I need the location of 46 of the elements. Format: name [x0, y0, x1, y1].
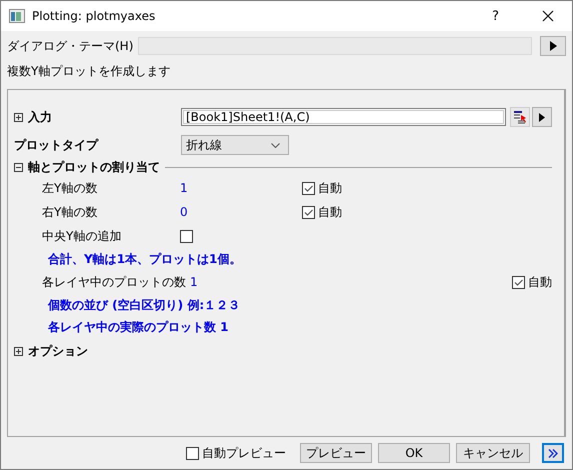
chevron-icon	[271, 142, 280, 148]
auto-label: 自動	[528, 274, 552, 290]
number-value[interactable]: 0	[180, 205, 302, 219]
number-value[interactable]: 1	[190, 275, 512, 289]
dialog-button[interactable]: キャンセル	[456, 443, 530, 463]
auto-preview-label: 自動プレビュー	[202, 444, 286, 462]
field-label: 各レイヤ中のプロットの数	[42, 274, 187, 290]
info-text: 合計、Y軸は1本、プロットは1個。	[48, 250, 242, 268]
field-label: 右Y軸の数	[42, 204, 98, 220]
auto-label: 自動	[318, 180, 342, 196]
info-text: 個数の並び (空白区切り) 例:１２３	[48, 296, 240, 314]
options-label: オプション	[28, 342, 88, 360]
checkbox[interactable]	[302, 182, 315, 194]
number-value[interactable]: 1	[180, 181, 302, 195]
collapse-icon[interactable]	[14, 162, 23, 172]
checkbox[interactable]	[512, 276, 525, 288]
description: 複数Y軸プロットを作成します	[7, 63, 172, 79]
theme-menu-button[interactable]	[540, 36, 566, 56]
window-title: Plotting: plotmyaxes	[32, 9, 156, 23]
plot-type-dropdown[interactable]: 折れ線	[181, 135, 289, 155]
field-label: 中央Y軸の追加	[42, 228, 122, 244]
expand-icon[interactable]	[14, 346, 23, 356]
checkbox[interactable]	[186, 446, 199, 460]
dialog-button[interactable]: OK	[378, 443, 450, 463]
checkbox[interactable]	[302, 206, 315, 218]
checkbox[interactable]	[180, 230, 193, 242]
section-header: 軸とプロットの割り当て	[28, 158, 160, 176]
input-field[interactable]: [Book1]Sheet1!(A,C)	[181, 108, 506, 126]
expand-icon[interactable]	[14, 112, 23, 122]
app-icon	[9, 9, 25, 23]
plot-type-label: プロットタイプ	[14, 136, 98, 154]
expand-button[interactable]	[542, 443, 564, 463]
info-text: 各レイヤ中の実際のプロット数 1	[48, 318, 229, 336]
theme-label: ダイアログ・テーマ(H)	[7, 38, 134, 54]
input-label: 入力	[28, 108, 52, 126]
help-button[interactable]: ?	[492, 8, 499, 24]
dialog-button[interactable]: プレビュー	[300, 443, 372, 463]
double-chevron-icon	[548, 448, 558, 458]
field-label: 左Y軸の数	[42, 180, 98, 196]
auto-label: 自動	[318, 204, 342, 220]
play-icon	[550, 41, 556, 51]
input-menu-button[interactable]	[532, 107, 552, 127]
select-range-icon[interactable]	[510, 107, 530, 127]
close-icon[interactable]	[542, 10, 554, 22]
play-icon	[539, 112, 545, 122]
theme-field[interactable]	[138, 37, 532, 55]
